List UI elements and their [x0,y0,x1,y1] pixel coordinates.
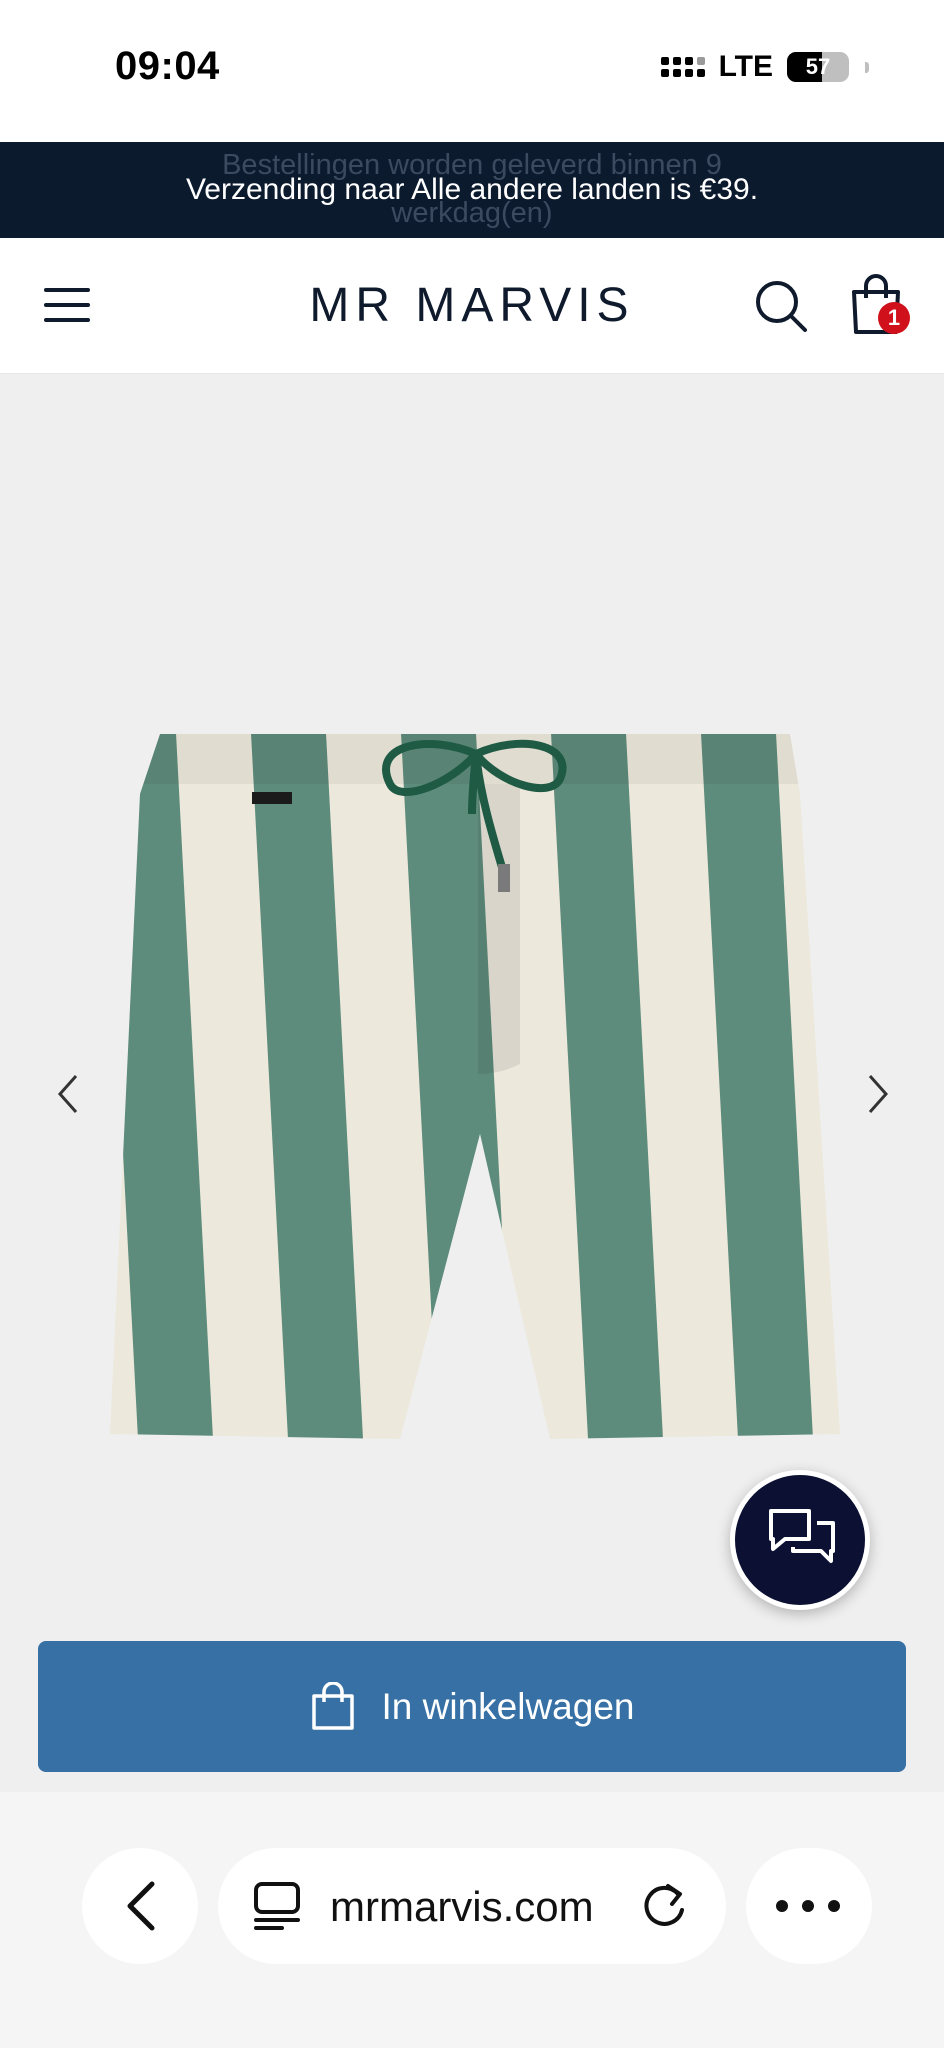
browser-toolbar: mrmarvis.com [0,1792,944,2048]
chevron-right-icon[interactable] [858,1064,898,1124]
chevron-left-icon [127,1881,155,1931]
address-bar[interactable]: mrmarvis.com [218,1848,726,1964]
battery-icon: 57 [787,52,849,82]
status-indicators: LTE 57 [660,50,869,84]
search-icon[interactable] [753,278,809,334]
browser-more-button[interactable] [746,1848,872,1964]
chat-icon [769,1509,835,1563]
battery-tip [865,61,869,73]
status-bar: 09:04 LTE 57 [0,0,944,142]
cart-count-badge: 1 [878,302,910,334]
site-header: MR MARVIS [0,238,944,374]
add-to-cart-button[interactable]: In winkelwagen [38,1641,906,1772]
add-to-cart-label: In winkelwagen [381,1685,635,1727]
status-time: 09:04 [115,44,220,88]
announcement-bar: Bestellingen worden geleverd binnen 9 we… [0,142,944,238]
signal-strength-icon [660,57,705,77]
chevron-left-icon[interactable] [48,1064,88,1124]
browser-back-button[interactable] [82,1848,198,1964]
tab-overview-icon [254,1882,300,1930]
more-options-icon [776,1900,840,1912]
shopping-bag-icon [311,1681,354,1730]
announcement-text: Verzending naar Alle andere landen is €3… [185,173,759,206]
url-text: mrmarvis.com [330,1883,594,1930]
chat-support-button[interactable] [730,1470,870,1610]
reload-icon[interactable] [638,1880,690,1932]
network-type: LTE [718,50,773,83]
battery-level: 57 [805,54,831,79]
product-image-shorts [110,734,840,1439]
